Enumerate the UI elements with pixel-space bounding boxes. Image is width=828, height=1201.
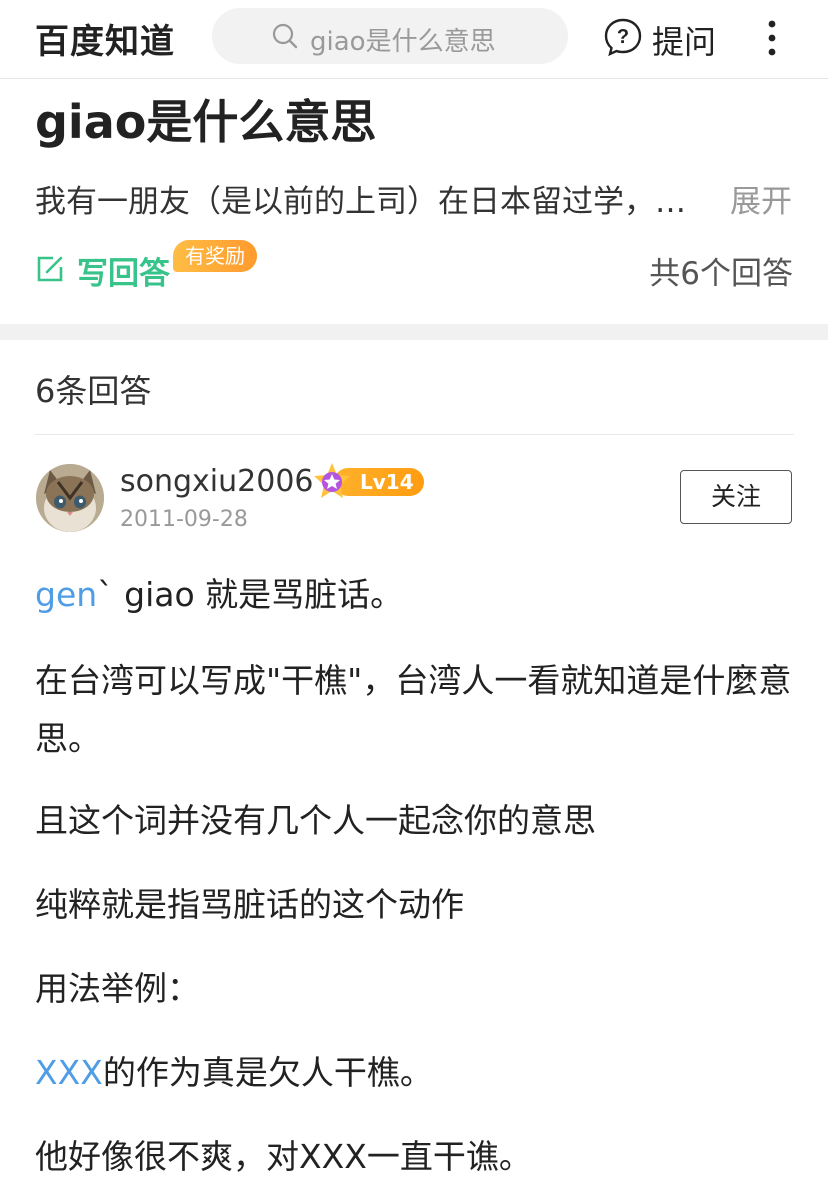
- ask-label: 提问: [652, 23, 717, 61]
- search-box[interactable]: giao是什么意思: [212, 8, 568, 64]
- level-star-icon: [314, 463, 350, 498]
- search-icon: [272, 23, 298, 49]
- answer-paragraph-5: 用法举例：: [35, 969, 200, 1008]
- answer-paragraph-7: 他好像很不爽，对XXX一直干谯。: [35, 1137, 532, 1176]
- paragraph-text: 的作为真是欠人干樵。: [102, 1053, 433, 1092]
- expand-link[interactable]: 展开: [730, 176, 792, 221]
- svg-text:?: ?: [617, 26, 629, 48]
- question-bubble-icon: ?: [604, 18, 642, 56]
- username[interactable]: songxiu2006: [120, 464, 314, 499]
- question-description: 我有一朋友（是以前的上司）在日本留过学，…: [35, 184, 686, 220]
- follow-button[interactable]: 关注: [680, 470, 792, 524]
- answers-heading: 6条回答: [35, 372, 152, 410]
- inline-link-xxx[interactable]: XXX: [35, 1053, 103, 1092]
- edit-icon: [37, 256, 63, 282]
- answer-date: 2011-09-28: [120, 507, 248, 532]
- search-placeholder: giao是什么意思: [310, 27, 496, 57]
- section-separator: [0, 324, 828, 340]
- answer-paragraph-2: 在台湾可以写成"干樵"，台湾人一看就知道是什麼意思。: [35, 661, 792, 758]
- answer-paragraph-6: XXX的作为真是欠人干樵。: [35, 1044, 795, 1102]
- write-answer-label: 写回答: [77, 256, 170, 292]
- question-title: giao是什么意思: [35, 95, 377, 149]
- level-badge: Lv14: [312, 462, 424, 500]
- paragraph-text: ` giao 就是骂脏话。: [97, 575, 404, 614]
- top-bar: 百度知道 giao是什么意思 ? 提问: [0, 0, 828, 79]
- answer-paragraph-4: 纯粹就是指骂脏话的这个动作: [35, 885, 464, 924]
- avatar[interactable]: [36, 464, 104, 532]
- more-vertical-icon[interactable]: [758, 18, 786, 58]
- reward-badge: 有奖励: [173, 240, 257, 272]
- answer-count: 共6个回答: [649, 256, 793, 292]
- inline-link-gen[interactable]: gen: [35, 575, 97, 614]
- site-logo[interactable]: 百度知道: [35, 14, 175, 63]
- answer-paragraph-1: gen` giao 就是骂脏话。: [35, 566, 795, 624]
- divider: [35, 434, 794, 435]
- answer-paragraph-3: 且这个词并没有几个人一起念你的意思: [35, 801, 596, 840]
- level-text: Lv14: [360, 470, 414, 494]
